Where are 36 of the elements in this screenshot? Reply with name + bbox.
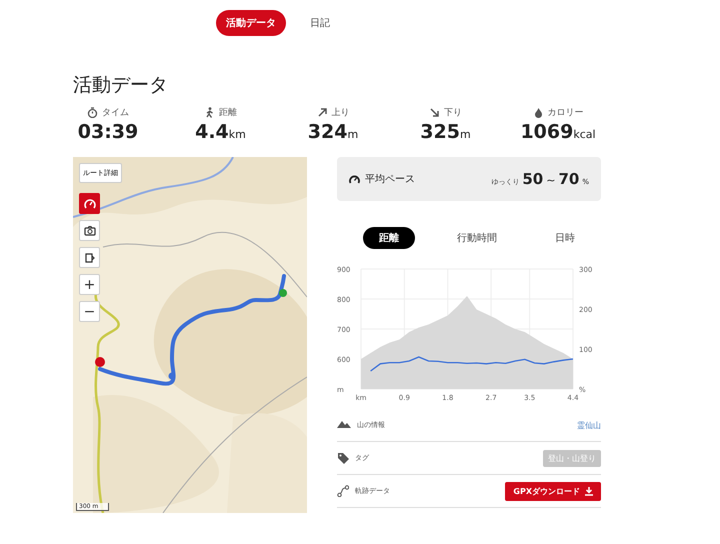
tab[interactable]: 日時 [539, 227, 591, 249]
stat-label: タイム [102, 107, 129, 119]
zoom-button[interactable]: − [79, 301, 100, 322]
walking-person-icon [204, 107, 215, 118]
down-arrow-icon [429, 107, 440, 118]
mountain-icon [337, 419, 351, 431]
pace-value: 50 [522, 170, 544, 188]
stat-label: 上り [332, 106, 350, 119]
pace-label: 平均ペース [365, 173, 415, 186]
stat-value: 4.4km [195, 121, 246, 143]
map-tool-button[interactable] [79, 193, 100, 214]
tab[interactable]: 行動時間 [441, 227, 513, 249]
tag-icon [337, 452, 349, 464]
up-arrow-icon [316, 107, 328, 118]
stat-value: 1069kcal [520, 121, 596, 143]
download-icon [585, 486, 593, 496]
stat-label: 距離 [219, 106, 237, 119]
stat-value: 324m [308, 121, 358, 143]
page-title: 活動データ [73, 73, 169, 98]
mountain-link[interactable]: 霊仙山 [577, 420, 601, 430]
stat-label: カロリー [548, 107, 584, 119]
pace-value: 70 [558, 170, 580, 188]
route-icon [337, 485, 349, 497]
stat-label: 下り [444, 107, 462, 119]
stat-value: 03:39 [78, 121, 138, 143]
tab[interactable]: 距離 [363, 227, 415, 249]
stopwatch-icon [87, 107, 98, 118]
gpx-download-button[interactable]: GPXダウンロード [505, 482, 601, 500]
pace-separator: ~ [546, 174, 556, 187]
gauge-icon [84, 198, 96, 210]
tab[interactable]: 日記 [300, 10, 340, 36]
stat-value: 325m [420, 121, 471, 143]
zoom-button[interactable]: + [79, 274, 100, 295]
gauge-icon [349, 174, 360, 184]
tab[interactable]: 活動データ [216, 10, 286, 36]
camera-icon [84, 224, 96, 236]
